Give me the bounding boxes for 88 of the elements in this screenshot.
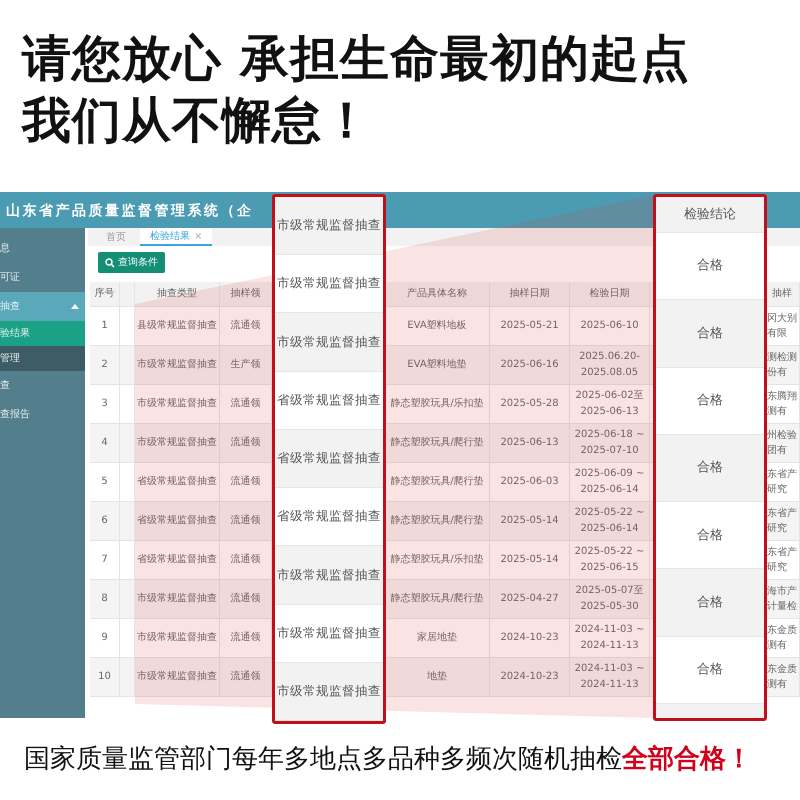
table-cell: 2025-06-18 ~ 2025-07-10 [570,424,650,463]
table-cell: 静态塑胶玩具/爬行垫 [385,424,490,463]
column-header [120,282,135,307]
table-cell: 流通领 [220,502,272,541]
callout-cell: 市级常规监督抽查 [275,197,383,256]
callout-cell: 市级常规监督抽查 [275,546,383,605]
table-cell: 2025.06.20- 2025.08.05 [570,346,650,385]
table-cell: 市级常规监督抽查 [135,658,220,697]
callout-cell: 市级常规监督抽查 [275,313,383,372]
table-cell: 2025-05-14 [490,502,570,541]
search-icon [105,258,115,268]
table-cell: 6 [90,502,120,541]
table-cell-text: 研究 [767,560,787,575]
table-cell: 2 [90,346,120,385]
table-cell-text: 研究 [767,522,787,536]
table-cell-text: 团有 [767,444,787,458]
table-cell: 静态塑胶玩具/爬行垫 [385,580,490,619]
sidebar-item[interactable]: 管理 [0,346,85,371]
table-cell [120,346,135,385]
table-cell: 2025-06-16 [490,346,570,385]
column-header: 检验日期 [570,282,650,307]
table-cell-text: 份有 [767,366,787,380]
table-cell-text: 有限 [767,327,787,341]
sidebar-item[interactable]: 息 [0,234,85,263]
table-cell: 市级常规监督抽查 [135,424,220,463]
column-header: 产品具体名称 [385,282,490,307]
column-header: 抽样 [765,282,800,307]
table-cell-text: 测有 [767,638,787,653]
table-cell-text: 测有 [767,404,787,419]
tab[interactable]: 首页 [96,228,136,246]
table-cell-text: 东省产 [767,468,797,482]
tab[interactable]: 检验结果 × [140,228,212,246]
table-cell: 流通领 [220,580,272,619]
table-cell [120,502,135,541]
column-header: 抽样领 [220,282,272,307]
table-cell: 流通领 [220,424,272,463]
table-cell: 2025-06-13 [490,424,570,463]
table-cell: 市级常规监督抽查 [135,580,220,619]
sidebar-item[interactable]: 验结果 [0,321,85,346]
table-cell: 2024-10-23 [490,658,570,697]
table-cell-text: 测检测 [767,350,797,365]
table-cell: 生产领 [220,346,272,385]
table-cell-text: 海市产 [767,584,797,599]
callout-cell: 合格 [656,569,764,637]
sidebar-item[interactable]: 查 [0,371,85,400]
table-cell: 2024-11-03 ~ 2024-11-13 [570,658,650,697]
callout-cell: 合格 [656,434,764,502]
sidebar-item[interactable]: 抽查 [0,292,85,321]
tab-close-button[interactable]: × [194,228,202,244]
callout-cell: 合格 [656,300,764,368]
table-cell: 静态塑胶玩具/爬行垫 [385,502,490,541]
table-cell-text: 东金质 [767,662,797,677]
table-cell: 2025-04-27 [490,580,570,619]
table-cell-text: 东省产 [767,506,797,521]
table-cell-text: 冈大别 [767,312,797,326]
sidebar-item[interactable]: 可证 [0,263,85,292]
callout-cell: 省级常规监督抽查 [275,430,383,488]
table-cell-text: 东省产 [767,546,797,560]
table-cell: 流通领 [220,658,272,697]
table-cell: 市级常规监督抽查 [135,346,220,385]
table-cell: 8 [90,580,120,619]
table-cell-text: 东腾翔 [767,390,797,404]
table-cell-text: 研究 [767,482,787,497]
table-cell: 地垫 [385,658,490,697]
query-button[interactable]: 查询条件 [98,252,165,273]
caption: 国家质量监管部门每年多地点多品种多频次随机抽检全部合格！ [23,742,753,776]
table-cell: 4 [90,424,120,463]
column-header: 序号 [90,282,120,307]
caret-icon [71,304,79,309]
headline: 我们从不懈怠！ [22,91,373,151]
table-cell-text: 测有 [767,678,787,692]
column-header: 抽查类型 [135,282,220,307]
table-cell [120,658,135,697]
table-cell-text: 州检验 [767,428,797,443]
headline: 请您放心 承担生命最初的起点 [22,29,692,89]
table-cell-text: 计量检 [767,600,797,614]
table-cell-text: 东金质 [767,624,797,638]
table-cell: EVA塑料地垫 [385,346,490,385]
callout-cell: 市级常规监督抽查 [275,662,383,721]
table-cell [120,424,135,463]
sidebar-item[interactable]: 查报告 [0,400,85,429]
table-cell: 10 [90,658,120,697]
table-cell: 2025-05-07至 2025-05-30 [570,580,650,619]
column-header: 抽样日期 [490,282,570,307]
table-cell: 2025-05-22 ~ 2025-06-14 [570,502,650,541]
table-cell [120,580,135,619]
callout-header: 检验结论 [656,197,764,233]
table-cell: 省级常规监督抽查 [135,502,220,541]
